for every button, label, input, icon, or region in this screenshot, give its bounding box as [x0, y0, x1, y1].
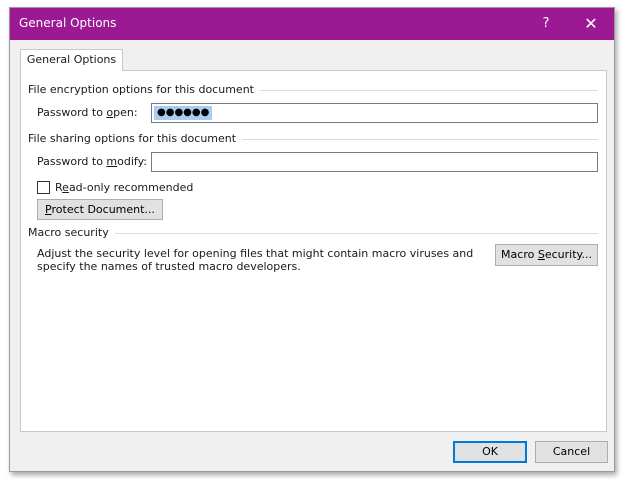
title-bar: General Options ? ✕	[10, 8, 614, 40]
close-icon[interactable]: ✕	[576, 8, 606, 40]
password-open-label: Password to open:	[37, 106, 138, 119]
dialog-title: General Options	[19, 16, 117, 30]
password-modify-input[interactable]	[151, 152, 598, 172]
help-icon[interactable]: ?	[534, 8, 558, 40]
encryption-group-label: File encryption options for this documen…	[28, 83, 260, 96]
protect-document-button[interactable]: Protect Document...	[37, 199, 163, 220]
macro-security-button[interactable]: Macro Security...	[495, 244, 598, 266]
tab-panel: File encryption options for this documen…	[20, 70, 607, 432]
password-open-input[interactable]: ●●●●●●	[151, 103, 598, 123]
read-only-checkbox[interactable]	[37, 181, 50, 194]
sharing-group-label: File sharing options for this document	[28, 132, 243, 145]
general-options-dialog: General Options ? ✕ General Options File…	[9, 7, 615, 472]
macro-description: Adjust the security level for opening fi…	[37, 247, 474, 273]
tab-general-options[interactable]: General Options	[20, 49, 123, 71]
read-only-label[interactable]: Read-only recommended	[55, 181, 193, 194]
cancel-button[interactable]: Cancel	[535, 441, 608, 463]
password-open-value: ●●●●●●	[154, 106, 213, 120]
ok-button[interactable]: OK	[453, 441, 527, 463]
macro-group-divider	[31, 233, 598, 234]
password-modify-label: Password to modify:	[37, 155, 148, 168]
macro-group-label: Macro security	[28, 226, 115, 239]
